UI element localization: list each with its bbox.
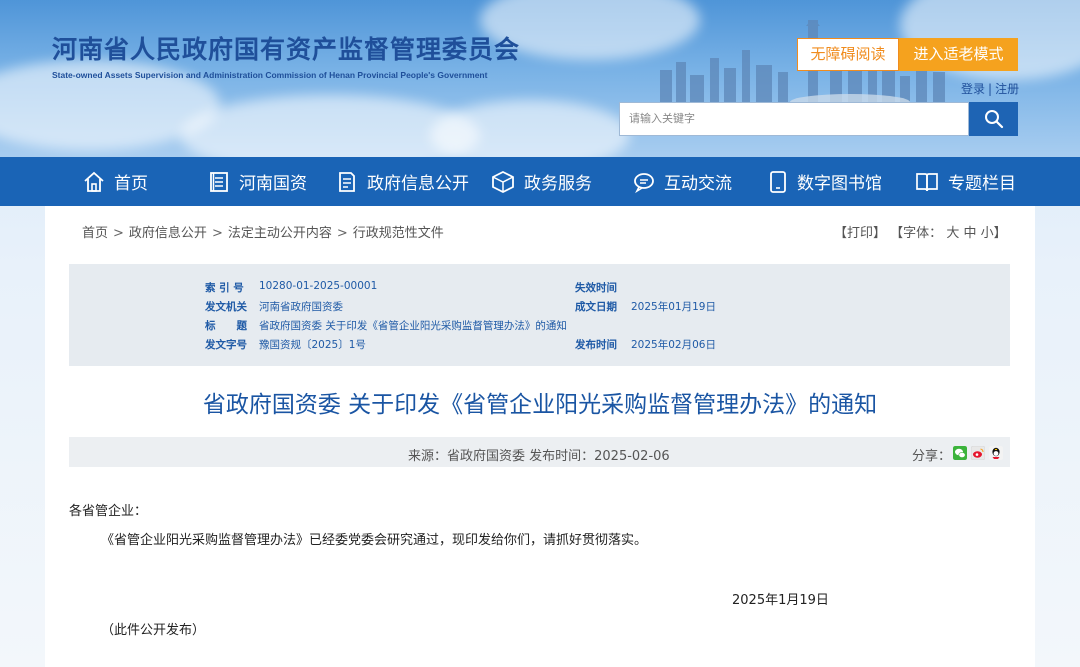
index-label: 索 引 号: [205, 282, 244, 294]
title-label: 标 题: [205, 320, 247, 332]
nav-item-label: 政府信息公开: [367, 174, 469, 194]
article-title: 省政府国资委 关于印发《省管企业阳光采购监督管理办法》的通知: [202, 392, 878, 418]
publish-date-value: 2025年02月06日: [631, 339, 716, 351]
account-links: 登录 | 注册: [961, 80, 1019, 97]
doc-number-value: 豫国资规〔2025〕1号: [259, 339, 366, 351]
site-title: 河南省人民政府国有资产监督管理委员会: [52, 35, 521, 64]
doc-number-label: 发文字号: [205, 339, 247, 351]
nav-item-topics[interactable]: 专题栏目: [914, 157, 1016, 206]
article-meta: 来源：省政府国资委 发布时间：2025-02-06: [408, 449, 670, 464]
site-header: 河南省人民政府国有资产监督管理委员会 State-owned Assets Su…: [0, 0, 1080, 157]
accessibility-button[interactable]: 无障碍阅读: [797, 38, 899, 71]
print-link[interactable]: 【打印】: [834, 226, 886, 241]
nav-item-interaction[interactable]: 互动交流: [632, 157, 732, 206]
wechat-share-icon[interactable]: [953, 446, 967, 460]
home-icon: [84, 171, 104, 192]
written-date-label: 成文日期: [575, 301, 617, 313]
index-value: 10280-01-2025-00001: [259, 280, 378, 292]
publish-date-label: 发布时间: [575, 339, 617, 351]
nav-item-gov-info[interactable]: 政府信息公开: [335, 157, 469, 206]
nav-item-label: 专题栏目: [948, 174, 1016, 194]
site-subtitle: State-owned Assets Supervision and Admin…: [52, 70, 488, 80]
cube-icon: [492, 170, 514, 193]
issuer-value: 河南省政府国资委: [259, 301, 343, 313]
nav-item-label: 首页: [114, 174, 148, 194]
search-icon: [984, 110, 1003, 129]
breadcrumb-item-gov-info[interactable]: 政府信息公开: [129, 226, 207, 241]
nav-item-digital-library[interactable]: 数字图书馆: [767, 157, 882, 206]
breadcrumb-separator: >: [211, 226, 223, 241]
share-label: 分享：: [912, 449, 952, 464]
written-date-value: 2025年01月19日: [631, 301, 716, 313]
document-icon: [339, 171, 355, 192]
weibo-share-icon[interactable]: [971, 446, 985, 460]
nav-item-label: 互动交流: [664, 174, 732, 194]
search-button[interactable]: [969, 102, 1018, 136]
issuer-label: 发文机关: [205, 301, 247, 313]
register-link[interactable]: 注册: [995, 82, 1019, 96]
elder-mode-button[interactable]: 进入适老模式: [899, 38, 1018, 71]
font-size-prefix: 【字体：: [890, 226, 943, 241]
breadcrumb-separator: >: [336, 226, 348, 241]
font-size-suffix: 】: [993, 226, 1007, 241]
publication-note: （此件公开发布）: [101, 623, 206, 638]
login-link[interactable]: 登录: [961, 82, 985, 96]
nav-item-home[interactable]: 首页: [82, 157, 148, 206]
font-large-link[interactable]: 大: [946, 226, 959, 241]
breadcrumb-item-normative[interactable]: 行政规范性文件: [353, 226, 444, 241]
separator: |: [988, 82, 993, 96]
phone-icon: [770, 170, 786, 193]
article-date: 2025年1月19日: [732, 593, 829, 608]
breadcrumb-item-statutory[interactable]: 法定主动公开内容: [228, 226, 332, 241]
main-nav: 首页 河南国资 政府信息公开 政务服务 互动交流 数字图书馆 专题栏目: [0, 157, 1080, 206]
chat-icon: [634, 172, 654, 193]
search-input[interactable]: 请输入关键字: [619, 102, 969, 136]
nav-item-label: 河南国资: [239, 174, 307, 194]
breadcrumb-separator: >: [113, 226, 124, 241]
book-icon: [916, 172, 938, 191]
article-paragraph: 《省管企业阳光采购监督管理办法》已经委党委会研究通过，现印发给你们，请抓好贯彻落…: [101, 533, 648, 548]
cloud-decoration: [430, 100, 630, 157]
salutation: 各省管企业：: [69, 504, 148, 519]
building-icon: [210, 171, 228, 192]
font-small-link[interactable]: 小: [981, 226, 994, 241]
font-medium-link[interactable]: 中: [963, 226, 976, 241]
breadcrumb: 首页 > 政府信息公开 > 法定主动公开内容 > 行政规范性文件: [82, 222, 444, 241]
page-tools: 【打印】 【字体： 大 中 小】: [834, 222, 1007, 241]
qq-share-icon[interactable]: [989, 446, 1003, 460]
nav-item-label: 数字图书馆: [797, 174, 882, 194]
nav-item-label: 政务服务: [524, 174, 592, 194]
breadcrumb-item-home[interactable]: 首页: [82, 226, 108, 241]
expiry-label: 失效时间: [575, 282, 617, 294]
nav-item-services[interactable]: 政务服务: [490, 157, 592, 206]
nav-item-henan-assets[interactable]: 河南国资: [207, 157, 307, 206]
title-value: 省政府国资委 关于印发《省管企业阳光采购监督管理办法》的通知: [259, 320, 567, 332]
